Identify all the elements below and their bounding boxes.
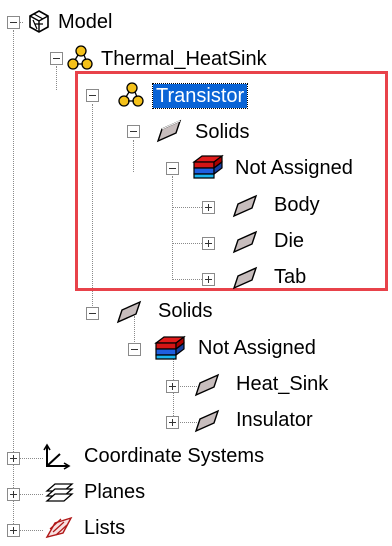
tree-item-transistor[interactable]: Transistor bbox=[151, 83, 249, 109]
collapse-toggle[interactable] bbox=[166, 162, 179, 175]
solid-icon bbox=[230, 264, 260, 297]
expand-toggle[interactable] bbox=[166, 416, 179, 429]
lists-icon bbox=[44, 515, 74, 546]
solid-icon bbox=[192, 371, 222, 404]
expand-toggle[interactable] bbox=[202, 201, 215, 214]
tree-item-body[interactable]: Body bbox=[274, 193, 320, 217]
solid-icon bbox=[114, 298, 144, 331]
model-tree: Model Thermal_HeatSink Transistor Solids bbox=[0, 0, 392, 540]
collapse-toggle[interactable] bbox=[86, 307, 99, 320]
solid-icon bbox=[154, 117, 184, 150]
solid-icon bbox=[230, 192, 260, 225]
tree-item-coordinate-systems[interactable]: Coordinate Systems bbox=[84, 444, 264, 468]
tree-item-model[interactable]: Model bbox=[58, 10, 112, 34]
tree-item-thermal-heatsink[interactable]: Thermal_HeatSink bbox=[101, 47, 267, 71]
tree-item-not-assigned[interactable]: Not Assigned bbox=[198, 336, 316, 360]
collapse-toggle[interactable] bbox=[86, 89, 99, 102]
expand-toggle[interactable] bbox=[7, 452, 20, 465]
collapse-toggle[interactable] bbox=[50, 52, 63, 65]
tree-item-solids[interactable]: Solids bbox=[158, 299, 212, 323]
tree-item-die[interactable]: Die bbox=[274, 229, 304, 253]
tree-item-insulator[interactable]: Insulator bbox=[236, 408, 313, 432]
expand-toggle[interactable] bbox=[202, 237, 215, 250]
expand-toggle[interactable] bbox=[202, 273, 215, 286]
solid-icon bbox=[192, 407, 222, 440]
tree-line bbox=[56, 66, 57, 90]
expand-toggle[interactable] bbox=[7, 488, 20, 501]
coordinate-system-icon bbox=[42, 442, 72, 477]
collapse-toggle[interactable] bbox=[7, 16, 20, 29]
expand-toggle[interactable] bbox=[7, 524, 20, 537]
collapse-toggle[interactable] bbox=[127, 125, 140, 138]
tree-item-heat-sink[interactable]: Heat_Sink bbox=[236, 372, 328, 396]
collapse-toggle[interactable] bbox=[128, 343, 141, 356]
planes-icon bbox=[44, 479, 74, 512]
tree-item-tab[interactable]: Tab bbox=[274, 265, 306, 289]
model-icon bbox=[26, 9, 52, 40]
tree-item-solids[interactable]: Solids bbox=[195, 120, 249, 144]
material-icon bbox=[152, 333, 188, 368]
tree-item-planes[interactable]: Planes bbox=[84, 480, 145, 504]
material-icon bbox=[190, 152, 226, 187]
assembly-icon bbox=[116, 80, 146, 115]
solid-icon bbox=[230, 228, 260, 261]
tree-item-not-assigned[interactable]: Not Assigned bbox=[235, 156, 353, 180]
tree-item-lists[interactable]: Lists bbox=[84, 516, 125, 540]
expand-toggle[interactable] bbox=[166, 380, 179, 393]
